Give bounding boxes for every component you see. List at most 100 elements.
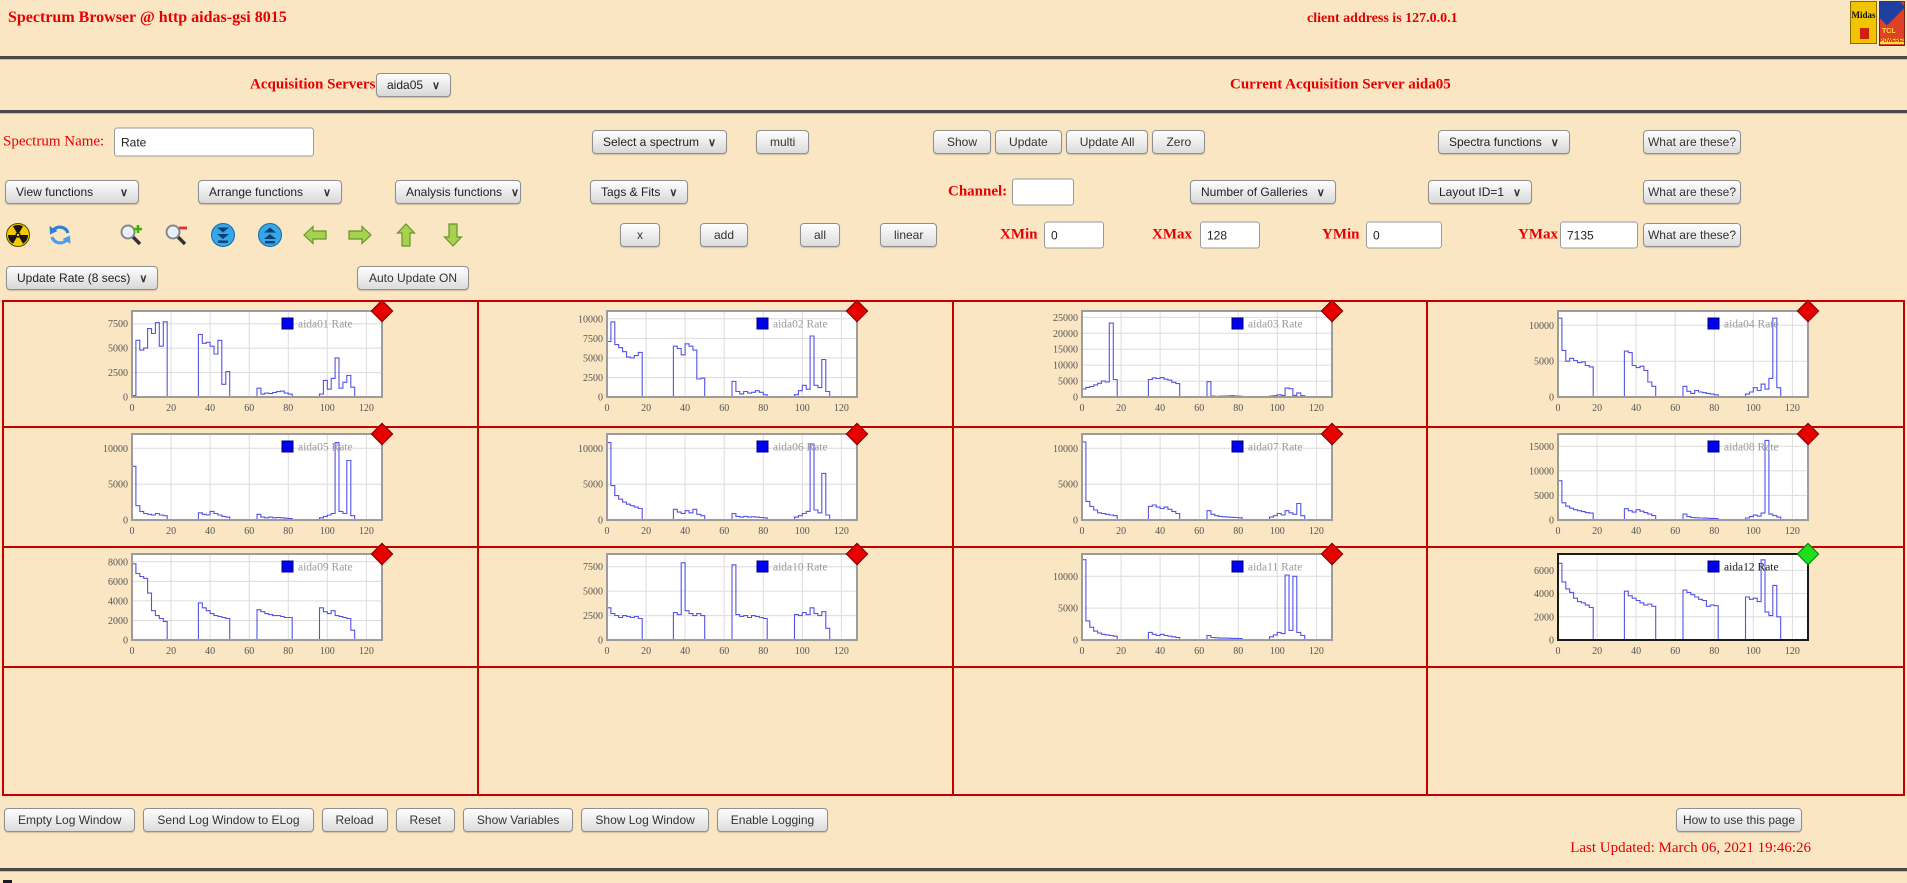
svg-text:aida11 Rate: aida11 Rate <box>1248 562 1302 574</box>
acquisition-server-select[interactable]: aida05 ∨ <box>376 73 452 97</box>
acquisition-servers-label: Acquisition Servers <box>250 76 376 93</box>
svg-text:100: 100 <box>795 403 810 414</box>
gallery-cell-aida08[interactable]: aida08 Rate 0 20 40 60 80 100 120 0 5000 10000 1500… <box>1428 422 1903 548</box>
auto-update-button[interactable]: Auto Update ON <box>357 266 469 290</box>
radiation-icon[interactable] <box>5 222 31 248</box>
svg-text:0: 0 <box>123 516 128 527</box>
how-to-use-button[interactable]: How to use this page <box>1676 808 1802 832</box>
gallery-cell-aida06[interactable]: aida06 Rate 0 20 40 60 80 100 120 0 5000 10000 <box>478 422 954 548</box>
chart-aida06: aida06 Rate 0 20 40 60 80 100 120 0 5000 10000 <box>565 422 869 546</box>
gallery-cell-aida11[interactable]: aida11 Rate 0 20 40 60 80 100 120 0 5000 10000 <box>953 542 1429 668</box>
svg-text:0: 0 <box>598 516 603 527</box>
svg-text:120: 120 <box>834 403 849 414</box>
spectrum-name-row: Spectrum Name: Select a spectrum ∨ multi… <box>0 122 1907 162</box>
svg-text:120: 120 <box>1785 646 1800 657</box>
reset-button[interactable]: Reset <box>395 808 455 832</box>
gallery-cell-aida03[interactable]: aida03 Rate 0 20 40 60 80 100 120 0 5000 10000 1500… <box>953 299 1429 428</box>
expand-vertical-icon[interactable] <box>257 222 283 248</box>
svg-text:20: 20 <box>1116 526 1126 537</box>
arrow-up-icon[interactable] <box>393 222 419 248</box>
empty-log-window-button[interactable]: Empty Log Window <box>4 808 136 832</box>
zoom-in-icon[interactable] <box>118 222 144 248</box>
what-are-these-button[interactable]: What are these? <box>1643 180 1741 204</box>
ymin-input[interactable] <box>1366 221 1442 249</box>
xmax-input[interactable] <box>1200 221 1260 249</box>
spectrum-plot-aida10[interactable]: aida10 Rate 0 20 40 60 80 100 120 0 2500 5000 7500 <box>565 548 865 666</box>
svg-text:0: 0 <box>1555 646 1560 657</box>
spectra-functions-select[interactable]: Spectra functions ∨ <box>1438 130 1570 154</box>
spectrum-plot-aida04[interactable]: aida04 Rate 0 20 40 60 80 100 120 0 5000 10000 <box>1516 305 1816 423</box>
svg-text:20: 20 <box>1592 646 1602 657</box>
gallery-cell-aida02[interactable]: aida02 Rate 0 20 40 60 80 100 120 0 2500 5000 7500 1… <box>478 299 954 428</box>
update-all-button[interactable]: Update All <box>1065 130 1149 154</box>
what-are-these-button[interactable]: What are these? <box>1643 130 1741 154</box>
spectrum-plot-aida01[interactable]: aida01 Rate 0 20 40 60 80 100 120 0 2500 5000 7500 <box>90 305 390 423</box>
x-axis-button[interactable]: x <box>620 223 660 247</box>
svg-text:5000: 5000 <box>1058 480 1078 491</box>
spectrum-plot-aida07[interactable]: aida07 Rate 0 20 40 60 80 100 120 0 5000 10000 <box>1040 428 1340 546</box>
svg-text:80: 80 <box>1709 403 1719 414</box>
svg-text:aida09 Rate: aida09 Rate <box>298 562 353 574</box>
svg-text:0: 0 <box>130 403 135 414</box>
layout-id-select[interactable]: Layout ID=1 ∨ <box>1428 180 1533 204</box>
what-are-these-button[interactable]: What are these? <box>1643 223 1741 247</box>
svg-text:6000: 6000 <box>1534 566 1554 577</box>
svg-text:5000: 5000 <box>108 344 128 355</box>
spectrum-plot-aida11[interactable]: aida11 Rate 0 20 40 60 80 100 120 0 5000 10000 <box>1040 548 1340 666</box>
tags-fits-select[interactable]: Tags & Fits ∨ <box>590 180 689 204</box>
arrow-right-icon[interactable] <box>347 222 373 248</box>
svg-text:2500: 2500 <box>583 611 603 622</box>
update-button[interactable]: Update <box>995 130 1062 154</box>
arrow-left-icon[interactable] <box>302 222 328 248</box>
analysis-functions-select[interactable]: Analysis functions ∨ <box>395 180 521 204</box>
view-functions-select[interactable]: View functions ∨ <box>5 180 139 204</box>
add-button[interactable]: add <box>700 223 749 247</box>
show-log-window-button[interactable]: Show Log Window <box>581 808 709 832</box>
svg-text:80: 80 <box>1709 526 1719 537</box>
reload-button[interactable]: Reload <box>321 808 388 832</box>
update-rate-select[interactable]: Update Rate (8 secs) ∨ <box>6 266 159 290</box>
spectrum-plot-aida05[interactable]: aida05 Rate 0 20 40 60 80 100 120 0 5000 10000 <box>90 428 390 546</box>
all-button[interactable]: all <box>800 223 841 247</box>
gallery-cell-aida05[interactable]: aida05 Rate 0 20 40 60 80 100 120 0 5000 10000 <box>4 422 479 548</box>
svg-text:7500: 7500 <box>108 319 128 330</box>
svg-text:20: 20 <box>166 403 176 414</box>
gallery-cell-aida07[interactable]: aida07 Rate 0 20 40 60 80 100 120 0 5000 10000 <box>953 422 1429 548</box>
gallery-cell-aida10[interactable]: aida10 Rate 0 20 40 60 80 100 120 0 2500 5000 7500 <box>478 542 954 668</box>
svg-text:0: 0 <box>605 646 610 657</box>
gallery-cell-aida12[interactable]: aida12 Rate 0 20 40 60 80 100 120 0 2000 4000 6000 <box>1428 542 1903 668</box>
spectrum-plot-aida09[interactable]: aida09 Rate 0 20 40 60 80 100 120 0 2000 4000 6000 8… <box>90 548 390 666</box>
send-log-to-elog-button[interactable]: Send Log Window to ELog <box>143 808 314 832</box>
spectrum-plot-aida08[interactable]: aida08 Rate 0 20 40 60 80 100 120 0 5000 10000 1500… <box>1516 428 1816 546</box>
svg-text:100: 100 <box>320 526 335 537</box>
compress-vertical-icon[interactable] <box>210 222 236 248</box>
enable-logging-button[interactable]: Enable Logging <box>716 808 829 832</box>
svg-text:60: 60 <box>719 526 729 537</box>
gallery-cell-aida01[interactable]: aida01 Rate 0 20 40 60 80 100 120 0 2500 5000 7500 <box>4 299 479 428</box>
spectrum-plot-aida12[interactable]: aida12 Rate 0 20 40 60 80 100 120 0 2000 4000 6000 <box>1516 548 1816 666</box>
gallery-cell-aida09[interactable]: aida09 Rate 0 20 40 60 80 100 120 0 2000 4000 6000 8… <box>4 542 479 668</box>
linear-button[interactable]: linear <box>880 223 938 247</box>
spectrum-plot-aida06[interactable]: aida06 Rate 0 20 40 60 80 100 120 0 5000 10000 <box>565 428 865 546</box>
arrow-down-icon[interactable] <box>440 222 466 248</box>
svg-text:aida04 Rate: aida04 Rate <box>1724 319 1779 331</box>
select-spectrum-select[interactable]: Select a spectrum ∨ <box>592 130 728 154</box>
ymax-input[interactable] <box>1560 221 1638 249</box>
xmin-input[interactable] <box>1044 221 1104 249</box>
spectrum-name-input[interactable] <box>114 127 314 157</box>
zero-button[interactable]: Zero <box>1152 130 1206 154</box>
zoom-out-icon[interactable] <box>163 222 189 248</box>
show-variables-button[interactable]: Show Variables <box>462 808 574 832</box>
show-button[interactable]: Show <box>933 130 992 154</box>
svg-text:120: 120 <box>1309 526 1324 537</box>
refresh-icon[interactable] <box>47 222 73 248</box>
svg-text:80: 80 <box>1233 403 1243 414</box>
spectrum-plot-aida03[interactable]: aida03 Rate 0 20 40 60 80 100 120 0 5000 10000 1500… <box>1040 305 1340 423</box>
number-of-galleries-select[interactable]: Number of Galleries ∨ <box>1190 180 1336 204</box>
arrange-functions-select[interactable]: Arrange functions ∨ <box>198 180 342 204</box>
gallery-cell-aida04[interactable]: aida04 Rate 0 20 40 60 80 100 120 0 5000 10000 <box>1428 299 1903 428</box>
channel-input[interactable] <box>1012 178 1074 206</box>
spectrum-browser-page: Spectrum Browser @ http aidas-gsi 8015 c… <box>0 0 1907 883</box>
multi-button[interactable]: multi <box>756 130 810 154</box>
spectrum-plot-aida02[interactable]: aida02 Rate 0 20 40 60 80 100 120 0 2500 5000 7500 1… <box>565 305 865 423</box>
